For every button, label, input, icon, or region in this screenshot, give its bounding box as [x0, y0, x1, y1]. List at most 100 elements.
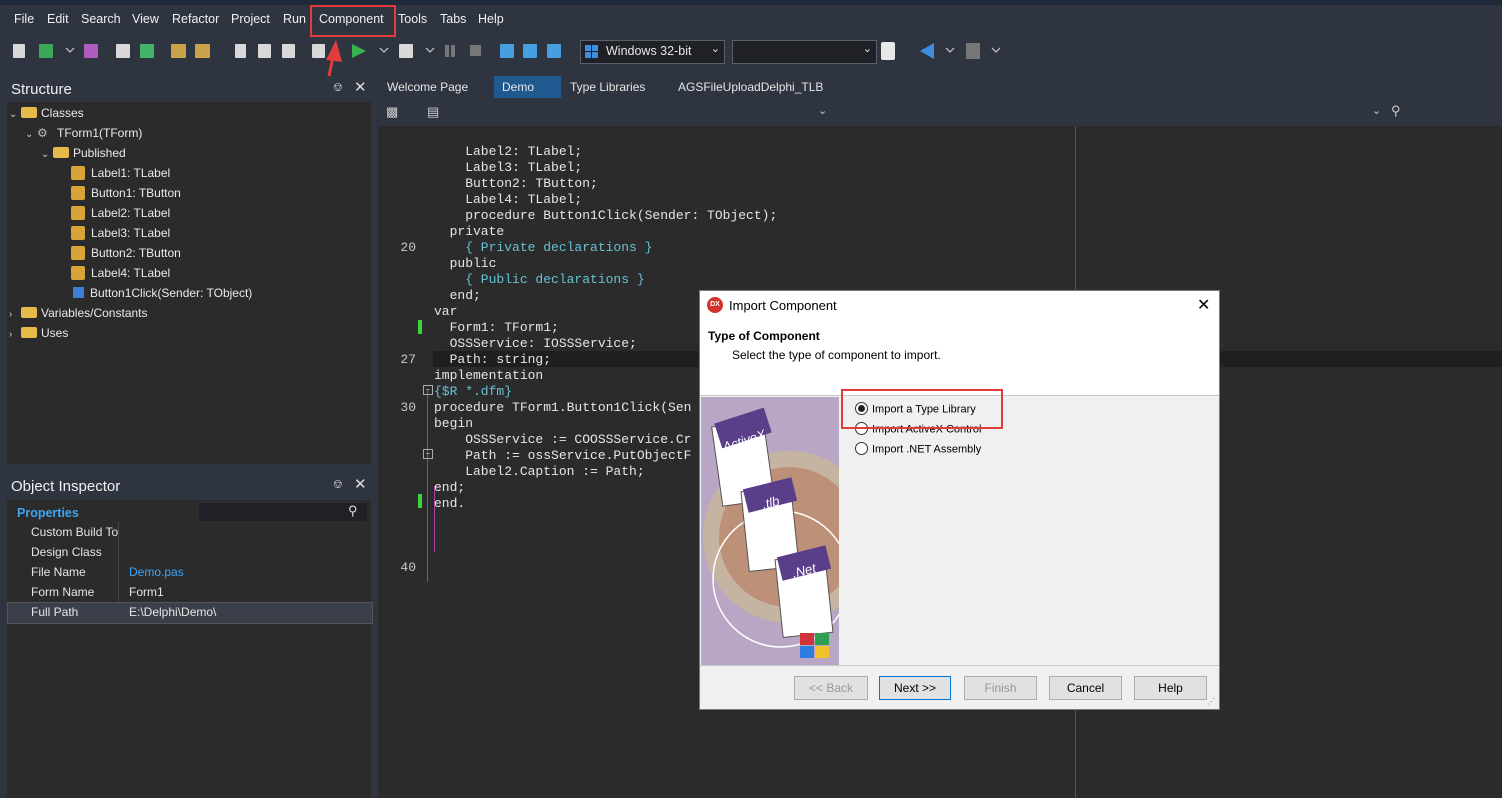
view-form-icon — [258, 44, 271, 58]
code-line: Label3: TLabel; — [434, 160, 583, 175]
tree-item-label2[interactable]: Label2: TLabel — [71, 203, 170, 223]
close-icon[interactable]: ✕ — [1197, 295, 1210, 315]
stop-icon — [470, 45, 481, 56]
forward-arrow-icon — [966, 43, 980, 59]
prop-name[interactable]: Custom Build To — [31, 525, 118, 539]
help-button[interactable]: Help — [1134, 676, 1207, 700]
tab-demo[interactable]: Demo — [502, 80, 534, 94]
config-dropdown[interactable]: ⌄ — [732, 40, 877, 64]
view-unit-icon — [235, 44, 246, 58]
code-line: Label2: TLabel; — [434, 144, 583, 159]
app-icon: DX — [707, 297, 723, 313]
dialog-heading: Type of Component — [708, 329, 820, 343]
inspector-search-input[interactable] — [199, 503, 367, 521]
menu-run[interactable]: Run — [283, 12, 306, 26]
modified-marker — [418, 494, 422, 508]
prop-value[interactable]: E:\Delphi\Demo\ — [129, 605, 216, 619]
option-net-assembly[interactable]: Import .NET Assembly — [855, 442, 981, 456]
open-icon — [39, 44, 53, 58]
line-number: 20 — [400, 240, 416, 255]
next-button[interactable]: Next >> — [879, 676, 951, 700]
menu-search[interactable]: Search — [81, 12, 121, 26]
search-icon[interactable]: ⚲ — [348, 503, 358, 519]
method-list-icon[interactable]: ▤ — [427, 104, 439, 120]
divider — [700, 665, 1219, 666]
tree-item-classes[interactable]: ⌄ Classes — [9, 103, 84, 123]
radio[interactable] — [855, 442, 868, 455]
code-line: public — [434, 256, 497, 271]
method-icon — [73, 287, 84, 299]
fold-toggle[interactable]: − — [423, 385, 433, 395]
class-icon[interactable]: ▩ — [386, 104, 398, 120]
close-icon — [140, 44, 154, 58]
windows-icon — [585, 45, 599, 59]
chevron-down-icon: ⌄ — [862, 43, 872, 55]
modified-marker — [418, 320, 422, 334]
prop-value[interactable]: Demo.pas — [129, 565, 184, 579]
run-to-cursor-icon — [547, 44, 561, 58]
menu-view[interactable]: View — [132, 12, 159, 26]
resize-grip[interactable]: ⋰ — [1207, 697, 1215, 706]
back-button[interactable]: << Back — [794, 676, 868, 700]
code-line: { Public declarations } — [434, 272, 645, 287]
tree-item-label1[interactable]: Label1: TLabel — [71, 163, 170, 183]
save-all-icon — [116, 44, 130, 58]
add-file-icon — [171, 44, 186, 58]
tree-item-label4[interactable]: Label4: TLabel — [71, 263, 170, 283]
menu-edit[interactable]: Edit — [47, 12, 69, 26]
component-icon — [71, 165, 85, 180]
pin-icon[interactable]: ⎊ — [333, 80, 343, 95]
fold-toggle[interactable]: − — [423, 449, 433, 459]
step-icon — [399, 44, 413, 58]
prop-value[interactable]: Form1 — [129, 585, 164, 599]
search-icon[interactable]: ⚲ — [1391, 103, 1401, 119]
tab-welcome-page[interactable]: Welcome Page — [387, 80, 468, 94]
pause-icon — [445, 45, 449, 57]
back-arrow-icon — [920, 43, 934, 59]
menu-project[interactable]: Project — [231, 12, 270, 26]
code-line: Label4: TLabel; — [434, 192, 583, 207]
prop-name[interactable]: Full Path — [31, 605, 78, 619]
cancel-button[interactable]: Cancel — [1049, 676, 1122, 700]
menu-file[interactable]: File — [14, 12, 34, 26]
tree-item-tform1[interactable]: ⌄ ⚙ TForm1(TForm) — [25, 123, 142, 143]
component-icon — [71, 245, 85, 260]
step-over-icon — [523, 44, 537, 58]
folder-icon — [53, 147, 69, 159]
close-icon[interactable]: ✕ — [354, 475, 367, 493]
chevron-down-icon[interactable]: ⌄ — [818, 104, 827, 117]
title-strip — [0, 0, 1502, 5]
menu-help[interactable]: Help — [478, 12, 504, 26]
trace-into-icon — [500, 44, 514, 58]
prop-name[interactable]: File Name — [31, 565, 86, 579]
tree-item-label3[interactable]: Label3: TLabel — [71, 223, 170, 243]
component-icon — [71, 225, 85, 240]
component-icon — [71, 185, 85, 200]
chevron-down-icon: ⌄ — [710, 43, 720, 55]
prop-name[interactable]: Form Name — [31, 585, 94, 599]
structure-title: Structure — [11, 81, 72, 98]
close-icon[interactable]: ✕ — [354, 78, 367, 96]
platform-dropdown[interactable]: Windows 32-bit ⌄ — [580, 40, 725, 64]
tab-type-libraries[interactable]: Type Libraries — [570, 80, 645, 94]
menu-refactor[interactable]: Refactor — [172, 12, 219, 26]
code-line: procedure Button1Click(Sender: TObject); — [434, 208, 778, 223]
prop-name[interactable]: Design Class — [31, 545, 102, 559]
tree-item-button2[interactable]: Button2: TButton — [71, 243, 181, 263]
tab-agsfileupload[interactable]: AGSFileUploadDelphi_TLB — [678, 80, 823, 94]
tree-item-published[interactable]: ⌄ Published — [41, 143, 126, 163]
tab-properties[interactable]: Properties — [17, 506, 79, 520]
tree-item-button1click[interactable]: Button1Click(Sender: TObject) — [73, 283, 252, 303]
tree-item-uses[interactable]: › Uses — [9, 323, 68, 343]
menu-tools[interactable]: Tools — [398, 12, 427, 26]
import-component-dialog: DX Import Component ✕ Type of Component … — [699, 290, 1220, 710]
component-icon — [71, 265, 85, 280]
chevron-down-icon[interactable]: ⌄ — [1372, 104, 1381, 117]
folder-icon — [21, 327, 37, 339]
tree-item-variables[interactable]: › Variables/Constants — [9, 303, 148, 323]
menu-tabs[interactable]: Tabs — [440, 12, 466, 26]
finish-button[interactable]: Finish — [964, 676, 1037, 700]
tree-item-button1[interactable]: Button1: TButton — [71, 183, 181, 203]
editor-nav-bar — [378, 98, 1502, 126]
pin-icon[interactable]: ⎊ — [333, 477, 343, 492]
